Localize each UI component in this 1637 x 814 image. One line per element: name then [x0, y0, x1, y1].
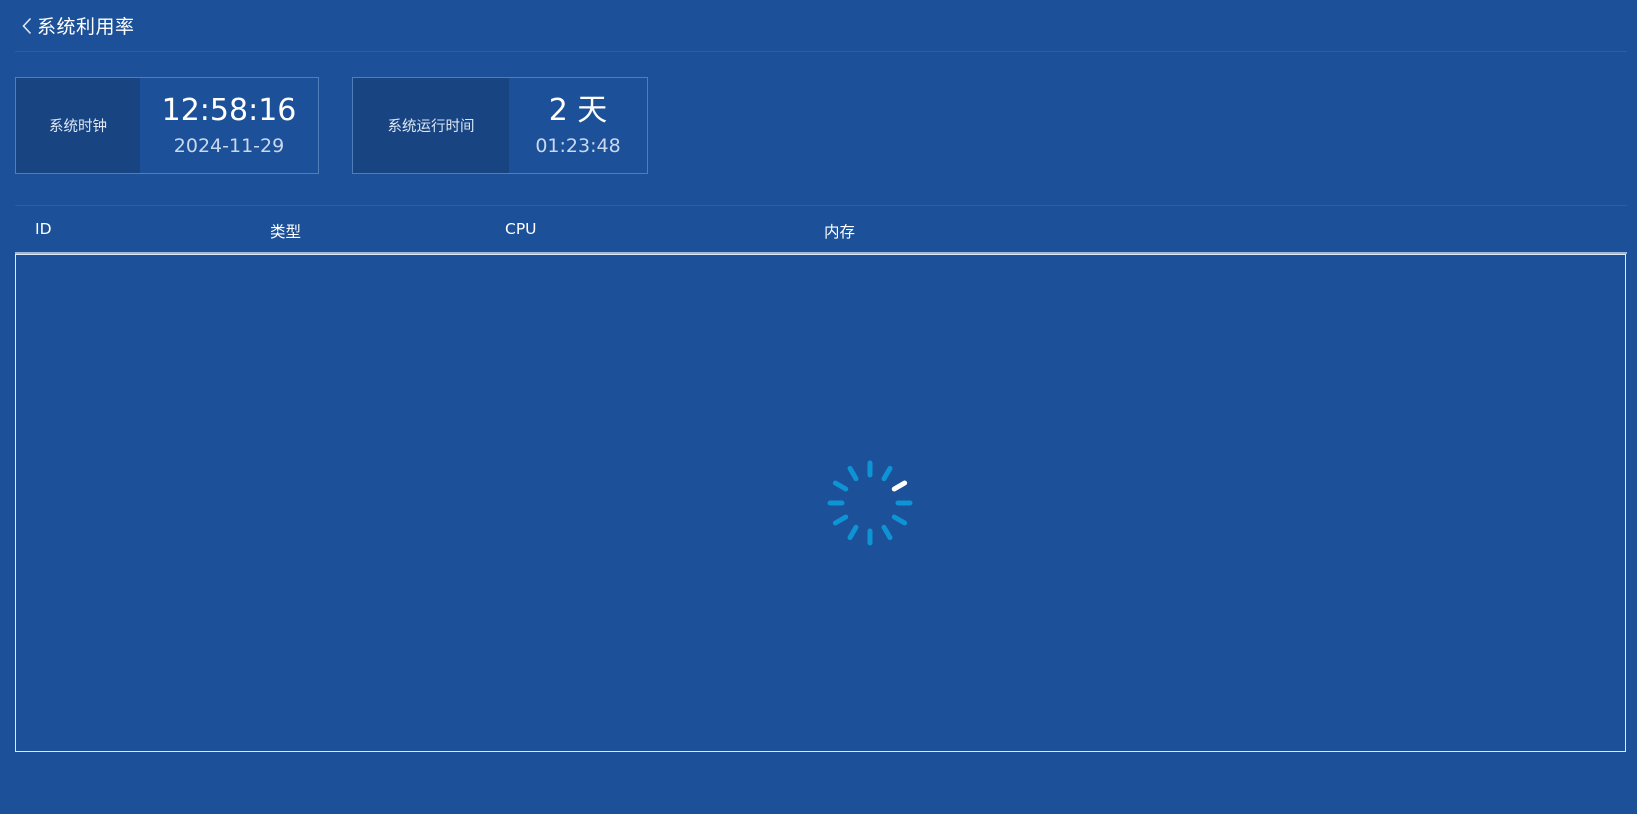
spinner-dash	[891, 480, 908, 492]
clock-time: 12:58:16	[161, 92, 297, 128]
spinner-dash	[881, 465, 893, 482]
system-clock-card: 系统时钟 12:58:16 2024-11-29	[15, 77, 319, 174]
spinner-dash	[847, 465, 859, 482]
page-header: 系统利用率	[15, 0, 1627, 52]
spinner-dash	[832, 514, 849, 526]
loading-spinner-icon	[827, 460, 913, 546]
column-header-type[interactable]: 类型	[270, 220, 301, 242]
system-uptime-value: 2 天 01:23:48	[509, 78, 647, 173]
chevron-left-icon	[20, 16, 34, 36]
uptime-days: 2 天	[548, 92, 608, 128]
spinner-dash	[832, 480, 849, 492]
table-body[interactable]	[15, 254, 1626, 752]
system-clock-value: 12:58:16 2024-11-29	[140, 78, 318, 173]
spinner-dash	[881, 524, 893, 541]
system-clock-label: 系统时钟	[16, 78, 140, 173]
table-header: ID 类型 CPU 内存	[15, 206, 1627, 254]
column-header-id[interactable]: ID	[35, 220, 52, 238]
back-button[interactable]: 系统利用率	[15, 12, 135, 39]
column-header-memory[interactable]: 内存	[824, 220, 855, 242]
system-uptime-card: 系统运行时间 2 天 01:23:48	[352, 77, 648, 174]
page-title: 系统利用率	[37, 16, 135, 38]
spinner-dash	[891, 514, 908, 526]
uptime-time: 01:23:48	[535, 134, 621, 157]
system-uptime-label: 系统运行时间	[353, 78, 509, 173]
clock-date: 2024-11-29	[173, 134, 285, 157]
column-header-cpu[interactable]: CPU	[505, 220, 537, 238]
spinner-dash	[847, 524, 859, 541]
